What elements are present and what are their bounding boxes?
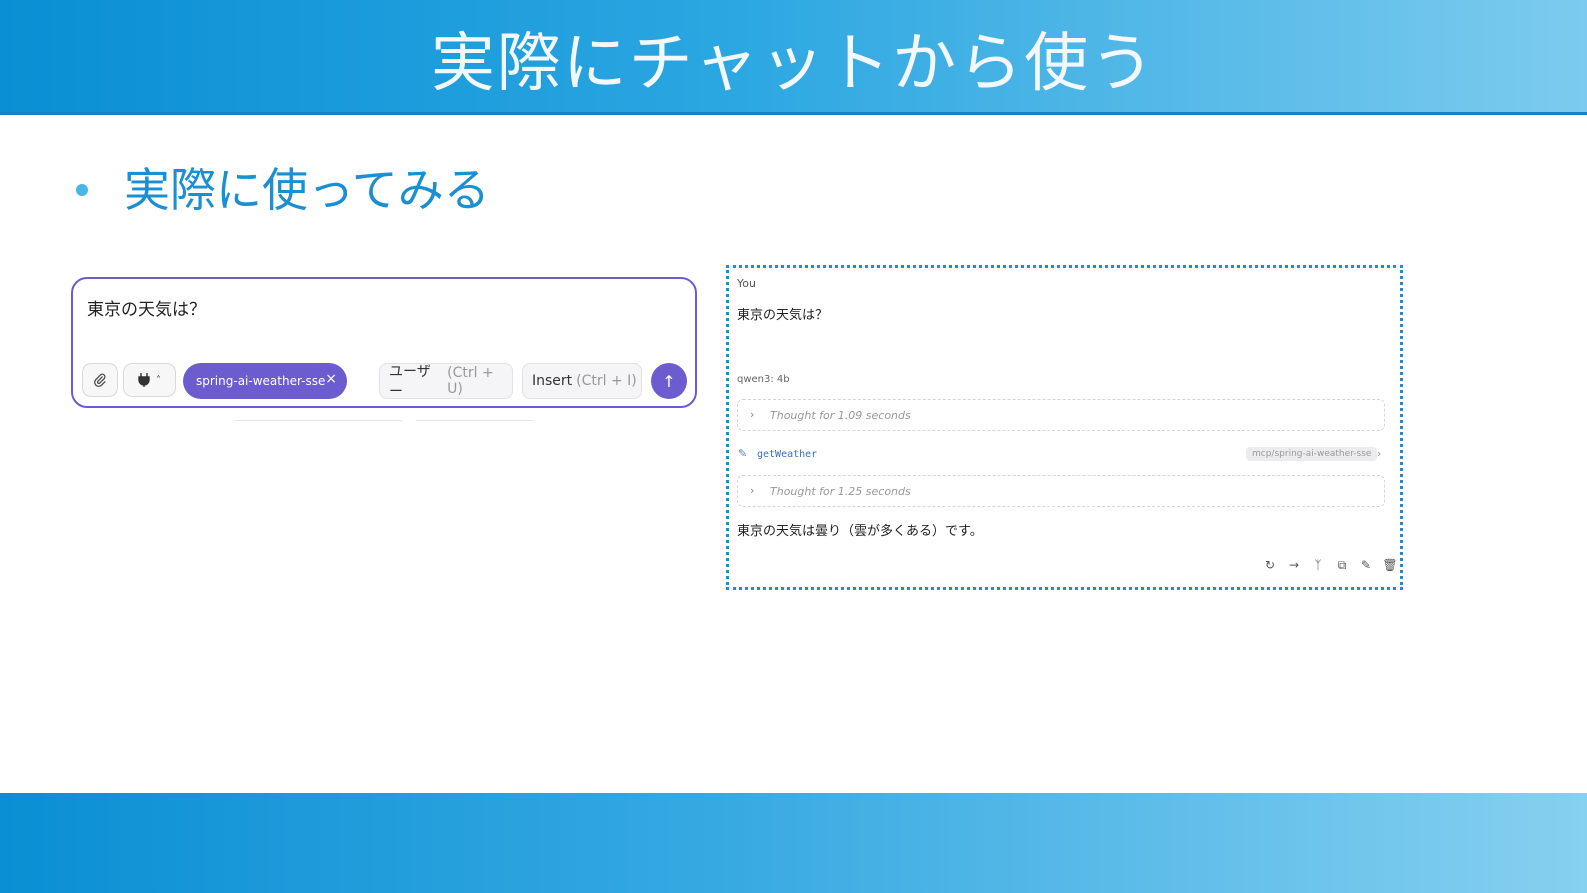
branch-icon[interactable]: ᛉ (1311, 558, 1325, 572)
arrow-up-icon: ↑ (662, 371, 676, 391)
divider (416, 420, 534, 421)
slide-header: 実際にチャットから使う (0, 0, 1587, 115)
attach-button[interactable] (82, 363, 118, 397)
model-name: qwen3: 4b (737, 374, 790, 385)
insert-button[interactable]: Insert (Ctrl + I) (522, 363, 642, 399)
thought-block-1[interactable]: › Thought for 1.09 seconds (737, 399, 1385, 431)
plug-icon (138, 373, 150, 387)
slide-footer (0, 793, 1587, 893)
remove-tool-icon[interactable]: × (325, 371, 337, 387)
wrench-icon: ✎ (738, 447, 748, 460)
bullet-dot (76, 184, 88, 196)
message-input[interactable]: 東京の天気は？ (87, 295, 206, 320)
user-message: 東京の天気は？ (737, 308, 829, 323)
edit-icon[interactable]: ✎ (1359, 558, 1373, 572)
user-mode-hint: (Ctrl + U) (447, 365, 494, 397)
assistant-answer: 東京の天気は曇り（雲が多くある）です。 (737, 524, 983, 539)
chat-composer: 東京の天気は？ ˄ spring-ai-weather-sse × ユーザー (… (71, 277, 697, 408)
user-name: You (737, 277, 756, 290)
insert-label: Insert (532, 373, 573, 389)
regenerate-icon[interactable]: ↻ (1263, 558, 1277, 572)
tool-chip-label: spring-ai-weather-sse (196, 374, 326, 388)
thought-block-2[interactable]: › Thought for 1.25 seconds (737, 475, 1385, 507)
chevron-right-icon[interactable]: › (1377, 447, 1381, 460)
tool-source-badge: mcp/spring-ai-weather-sse (1246, 447, 1378, 461)
insert-hint: (Ctrl + I) (576, 373, 637, 389)
user-mode-button[interactable]: ユーザー (Ctrl + U) (379, 363, 513, 400)
delete-icon[interactable]: 🗑 (1382, 558, 1397, 572)
user-mode-label: ユーザー (389, 364, 431, 400)
bullet-text: 実際に使ってみる (124, 163, 490, 217)
divider (234, 420, 402, 421)
send-button[interactable]: ↑ (651, 363, 687, 399)
tools-button[interactable]: ˄ (123, 363, 176, 397)
paperclip-icon (94, 373, 106, 387)
tool-call-name[interactable]: getWeather (757, 449, 817, 460)
thought-label: Thought for 1.25 seconds (770, 485, 911, 498)
chevron-up-icon: ˄ (156, 374, 161, 386)
chat-panel: You 東京の天気は？ qwen3: 4b › Thought for 1.09… (726, 265, 1403, 590)
copy-icon[interactable]: ⧉ (1335, 558, 1349, 572)
chevron-right-icon: › (750, 408, 755, 421)
thought-label: Thought for 1.09 seconds (770, 409, 911, 422)
slide-title: 実際にチャットから使う (430, 27, 1157, 101)
chevron-right-icon: › (750, 484, 755, 497)
message-actions: ↻ → ᛉ ⧉ ✎ 🗑 (1263, 558, 1398, 573)
continue-icon[interactable]: → (1287, 558, 1301, 572)
tool-chip[interactable]: spring-ai-weather-sse × (183, 363, 347, 399)
